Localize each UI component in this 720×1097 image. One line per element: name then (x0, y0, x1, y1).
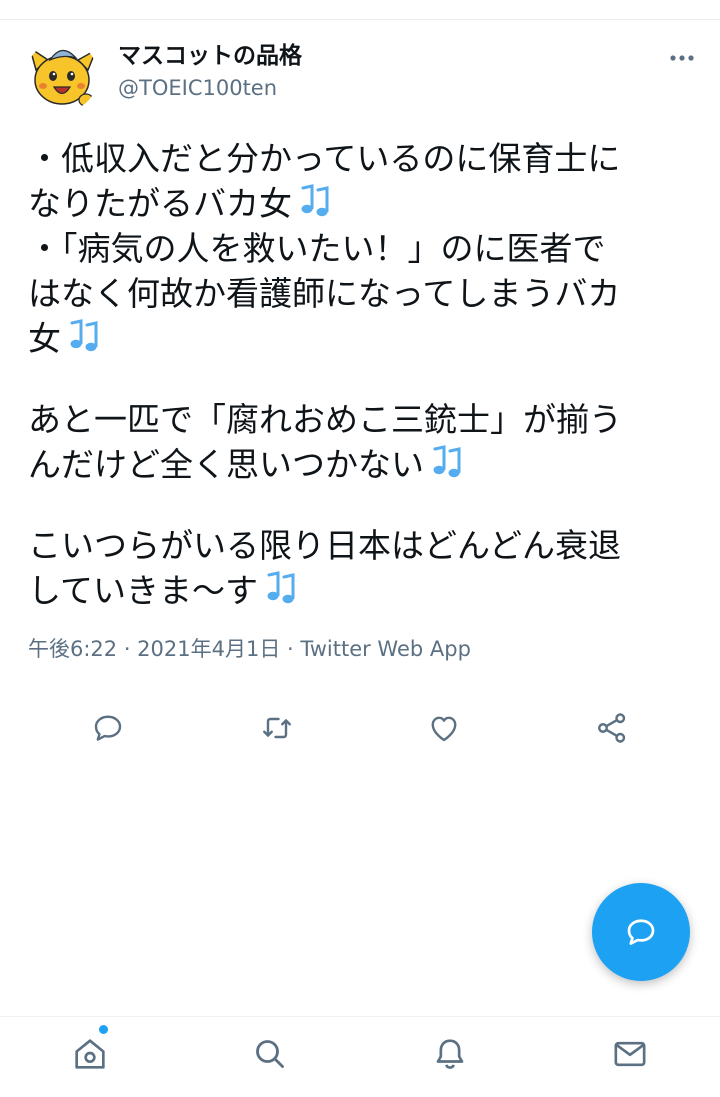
home-icon[interactable] (70, 1034, 110, 1074)
tweet-line: んだけど全く思いつかない (28, 442, 694, 487)
tweet-detail-screen: マスコットの品格 @TOEIC100ten ・低収入だと分かっているのに保育士に… (0, 0, 720, 1097)
tweet-line-text: なりたがるバカ女 (28, 184, 292, 223)
tweet-line: こいつらがいる限り日本はどんどん衰退 (28, 523, 694, 568)
musical-notes-icon (294, 184, 332, 218)
tweet-line (28, 361, 694, 397)
avatar[interactable] (26, 40, 98, 112)
tweet-line: なりたがるバカ女 (28, 181, 694, 226)
tweet-line-text: 女 (28, 319, 61, 358)
reply-bubble-icon[interactable] (90, 710, 126, 746)
tweet-line: していきま〜す (28, 568, 694, 613)
tweet-line: あと一匹で「腐れおめこ三銃士」が揃う (28, 397, 694, 442)
share-icon[interactable] (594, 710, 630, 746)
tweet-line: ・「病気の人を救いたい！」のに医者で (28, 226, 694, 271)
retweet-icon[interactable] (259, 710, 295, 746)
musical-notes-icon (260, 571, 298, 605)
compose-reply-icon (627, 919, 655, 945)
home-notification-dot (99, 1025, 108, 1034)
more-dots-icon[interactable] (668, 46, 696, 70)
tweet-line-text: あと一匹で「腐れおめこ三銃士」が揃う (28, 400, 622, 439)
tweet-text: ・低収入だと分かっているのに保育士に なりたがるバカ女・「病気の人を救いたい！」の… (28, 136, 694, 613)
musical-notes-icon (63, 319, 101, 353)
nav-divider (0, 1016, 720, 1017)
tweet-line: ・低収入だと分かっているのに保育士に (28, 136, 694, 181)
tweet-line-text: ・「病気の人を救いたい！」のに医者で (28, 229, 606, 268)
musical-notes-icon (426, 445, 464, 479)
user-handle[interactable]: @TOEIC100ten (118, 74, 277, 102)
envelope-icon[interactable] (610, 1034, 650, 1074)
tweet-line-text: はなく何故か看護師になってしまうバカ (28, 274, 621, 313)
search-icon[interactable] (250, 1034, 290, 1074)
top-divider (0, 19, 720, 20)
bell-icon[interactable] (430, 1034, 470, 1074)
tweet-line-text: こいつらがいる限り日本はどんどん衰退 (28, 526, 622, 565)
tweet-action-bar (0, 700, 720, 756)
tweet-line-text: していきま〜す (28, 571, 259, 610)
display-name[interactable]: マスコットの品格 (118, 40, 302, 72)
tweet-line: 女 (28, 316, 694, 361)
tweet-line (28, 487, 694, 523)
tweet-line-text: ・低収入だと分かっているのに保育士に (28, 139, 621, 178)
tweet-line-text: んだけど全く思いつかない (28, 445, 424, 484)
compose-reply-button[interactable] (592, 883, 690, 981)
tweet-timestamp: 午後6:22 · 2021年4月1日 · Twitter Web App (28, 637, 471, 661)
bottom-nav (0, 1016, 720, 1097)
tweet-line: はなく何故か看護師になってしまうバカ (28, 271, 694, 316)
heart-icon[interactable] (426, 710, 462, 746)
